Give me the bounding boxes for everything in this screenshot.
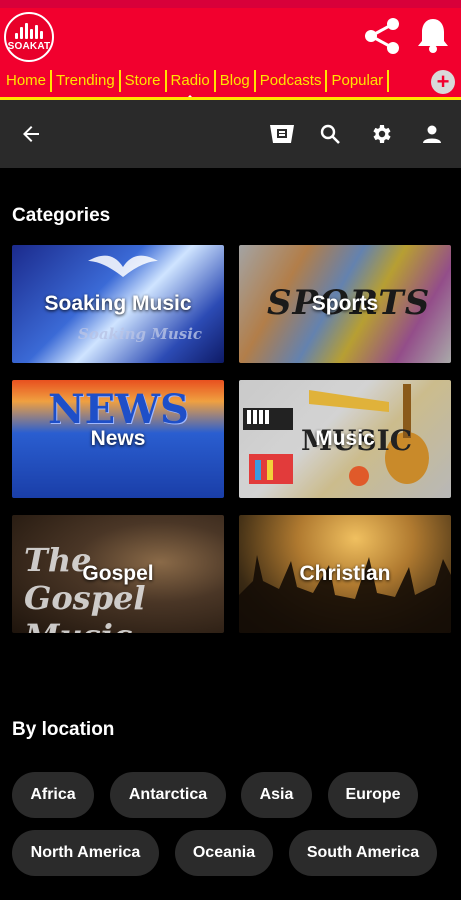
categories-title: Categories bbox=[12, 205, 111, 226]
category-sports[interactable]: SPORTS Sports bbox=[239, 245, 451, 363]
settings-gear-icon[interactable] bbox=[369, 122, 393, 146]
nav-home[interactable]: Home bbox=[4, 70, 53, 92]
nav-more-plus-icon[interactable]: + bbox=[431, 70, 455, 94]
search-icon[interactable] bbox=[318, 122, 342, 146]
category-music[interactable]: MUSIC Music bbox=[239, 380, 451, 498]
category-label: Soaking Music bbox=[44, 292, 192, 315]
nav-podcasts[interactable]: Podcasts bbox=[256, 70, 328, 92]
category-label: Gospel bbox=[82, 562, 154, 585]
tile-deco-text: NEWS bbox=[48, 386, 189, 433]
bell-icon[interactable] bbox=[416, 16, 450, 54]
tile-deco-text: Soaking Music bbox=[78, 325, 203, 343]
app-toolbar bbox=[0, 100, 461, 168]
location-chip-europe[interactable]: Europe bbox=[328, 772, 418, 818]
category-news[interactable]: NEWS News bbox=[12, 380, 224, 498]
dove-icon bbox=[88, 255, 158, 277]
location-title: By location bbox=[12, 719, 115, 740]
nav-radio[interactable]: Radio bbox=[167, 70, 216, 100]
location-chip-antarctica[interactable]: Antarctica bbox=[110, 772, 226, 818]
category-label: Christian bbox=[299, 562, 391, 585]
logo-text: SOAKAT bbox=[7, 40, 51, 52]
share-icon[interactable] bbox=[362, 16, 402, 56]
nav-store[interactable]: Store bbox=[121, 70, 167, 92]
back-arrow-icon[interactable] bbox=[19, 122, 43, 146]
category-christian[interactable]: Christian bbox=[239, 515, 451, 633]
radio-station-icon[interactable] bbox=[268, 121, 296, 147]
location-chip-asia[interactable]: Asia bbox=[241, 772, 312, 818]
account-icon[interactable] bbox=[420, 122, 444, 146]
soakat-logo[interactable]: SOAKAT bbox=[4, 12, 54, 62]
nav-trending[interactable]: Trending bbox=[52, 70, 121, 92]
location-chip-north-america[interactable]: North America bbox=[12, 830, 159, 876]
location-chip-south-america[interactable]: South America bbox=[289, 830, 437, 876]
top-nav: Home Trending Store Radio Blog Podcasts … bbox=[0, 66, 461, 100]
location-chip-oceania[interactable]: Oceania bbox=[175, 830, 273, 876]
category-label: Music bbox=[315, 427, 375, 450]
category-soaking-music[interactable]: Soaking Music Soaking Music bbox=[12, 245, 224, 363]
nav-blog[interactable]: Blog bbox=[216, 70, 256, 92]
logo-wave-icon bbox=[15, 22, 43, 39]
location-chip-africa[interactable]: Africa bbox=[12, 772, 94, 818]
nav-popular[interactable]: Popular bbox=[327, 70, 390, 92]
category-label: Sports bbox=[311, 292, 379, 315]
category-label: News bbox=[90, 427, 146, 450]
category-gospel[interactable]: The Gospel Music Gospel bbox=[12, 515, 224, 633]
tile-deco-text: The Gospel Music bbox=[24, 541, 146, 633]
